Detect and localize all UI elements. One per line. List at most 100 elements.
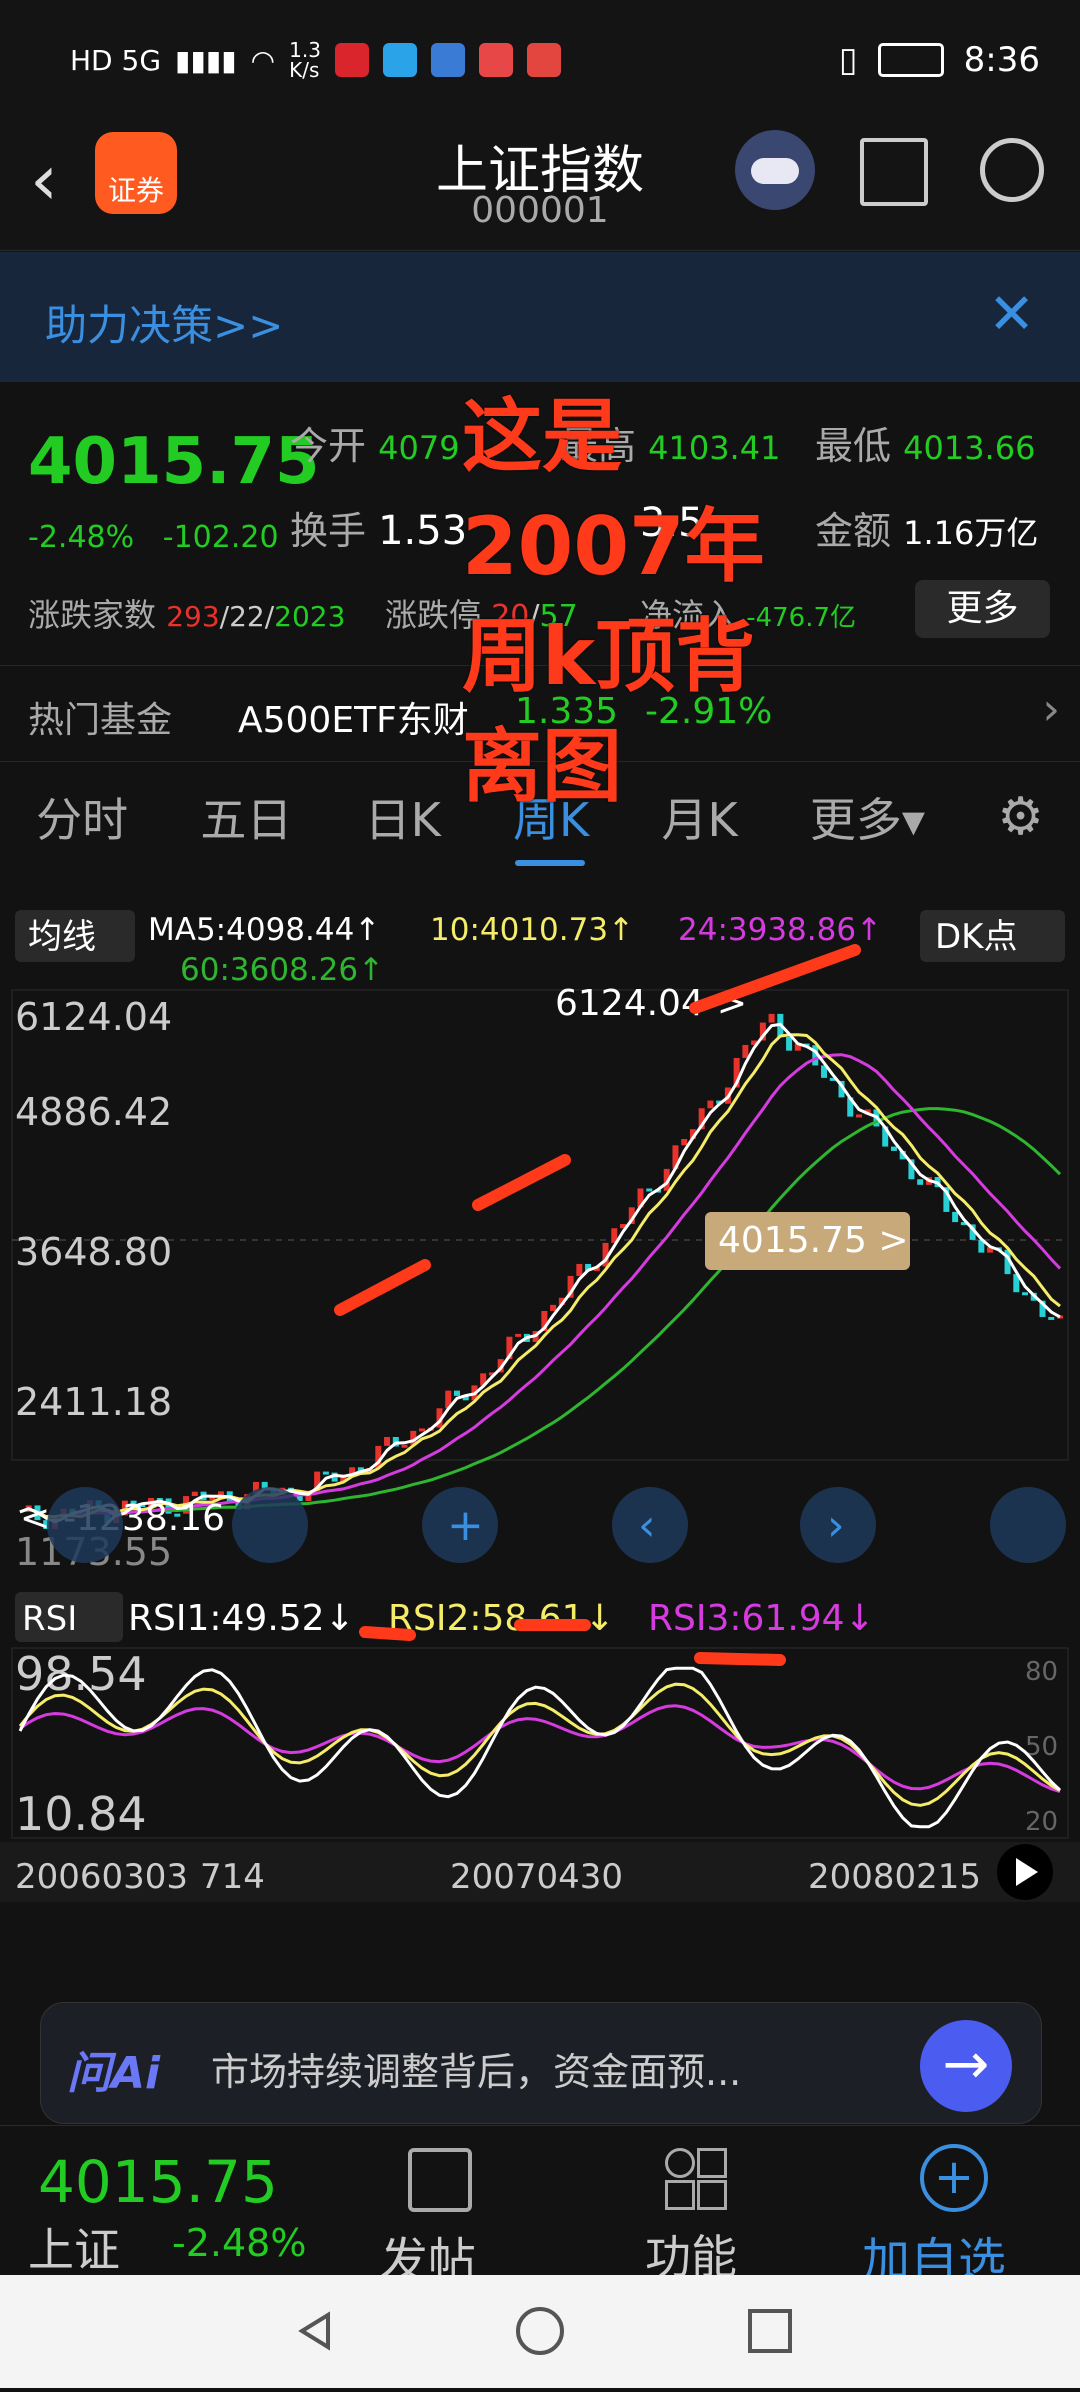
tab-intraday[interactable]: 分时: [36, 784, 128, 850]
bottom-name: 上证: [28, 2223, 120, 2277]
search-icon[interactable]: [980, 138, 1044, 202]
app-notif-icon: [478, 43, 513, 77]
active-tab-indicator: [515, 860, 585, 866]
ai-search-bar[interactable]: 问Ai 市场持续调整背后，资金面预...: [40, 2002, 1042, 2124]
nav-home-icon[interactable]: [516, 2307, 564, 2355]
open-label: 今开: [290, 424, 367, 468]
signal-icon: ▮▮▮▮: [175, 43, 237, 77]
breadth-label: 涨跌家数: [28, 596, 157, 634]
annotation-stroke: [694, 1652, 786, 1666]
dk-point-label[interactable]: DK点: [935, 917, 1017, 957]
rsi-level: 20: [1025, 1807, 1058, 1837]
wifi-icon: ◠: [250, 43, 276, 77]
rsi-selector[interactable]: RSI: [22, 1599, 77, 1639]
share-icon[interactable]: [860, 138, 928, 206]
x-label: 20060303: [15, 1857, 188, 1897]
arrow-right-icon[interactable]: →: [920, 2020, 1012, 2112]
turnover-value: 1.53: [378, 508, 468, 554]
tab-5day[interactable]: 五日: [200, 784, 292, 850]
fund-label: 热门基金: [28, 700, 173, 741]
status-left: HD 5G ▮▮▮▮ ◠ 1.3 K/s: [70, 40, 561, 80]
system-nav-bar: [0, 2275, 1080, 2388]
candle: [768, 1013, 775, 1023]
grid-icon[interactable]: [665, 2148, 727, 2210]
overlay-line: 这是: [462, 390, 622, 483]
rsi3-line: [19, 1704, 1061, 1794]
ai-prompt-text[interactable]: 市场持续调整背后，资金面预...: [211, 2041, 741, 2096]
nav-back-icon[interactable]: [298, 2311, 330, 2351]
candle: [855, 1114, 862, 1118]
candle: [384, 1436, 391, 1446]
candle: [1048, 1316, 1055, 1320]
fund-name[interactable]: A500ETF东财: [238, 691, 469, 743]
breadth-up: 293: [166, 600, 220, 633]
close-icon[interactable]: ✕: [988, 282, 1035, 347]
more-button[interactable]: 更多: [915, 580, 1050, 638]
candle: [917, 1179, 924, 1185]
y-axis-labels: 6124.04 4886.42 3648.80 2411.18 1173.55: [15, 995, 172, 1574]
fullscreen-icon[interactable]: [990, 1487, 1066, 1563]
candle: [550, 1304, 557, 1311]
rsi-panel-frame: [11, 1647, 1069, 1839]
x-label: 20080215: [808, 1857, 981, 1897]
rsi-top: 98.54: [15, 1647, 147, 1701]
nav-recent-icon[interactable]: [748, 2309, 792, 2353]
overlay-line: 离图: [462, 720, 622, 813]
candle: [322, 1471, 329, 1475]
amount-label: 金额: [815, 509, 892, 553]
y-tick: 3648.80: [15, 1230, 172, 1274]
kline-chart-area[interactable]: 均线 MA5:4098.44↑ 10:4010.73↑ 24:3938.86↑ …: [0, 880, 1080, 1970]
candle: [786, 1036, 793, 1051]
candle: [707, 1100, 714, 1109]
rsi2-label: RSI2:58.61↓: [388, 1598, 615, 1639]
annotation-stroke: [359, 1626, 416, 1641]
settings-gear-icon[interactable]: ⚙: [997, 787, 1044, 847]
edit-icon[interactable]: [408, 2148, 472, 2212]
tab-more[interactable]: 更多▾: [810, 784, 925, 850]
vibrate-icon: ▯: [838, 40, 858, 80]
candle: [191, 1491, 198, 1497]
candle: [742, 1044, 749, 1058]
current-price: 4015.75: [28, 425, 320, 499]
app-header: ‹ 证券 上证指数 000001: [0, 120, 1080, 251]
ai-brand: 问Ai: [67, 2048, 161, 2099]
banner-text[interactable]: 助力决策>>: [45, 292, 283, 353]
tab-monthly[interactable]: 月K: [661, 784, 737, 850]
candle: [646, 1188, 653, 1192]
app-notif-icon: [526, 43, 561, 77]
tab-daily[interactable]: 日K: [365, 784, 441, 850]
x-label: 714: [200, 1857, 265, 1897]
status-right: ▯ 8:36: [839, 40, 1040, 80]
add-circle-icon[interactable]: +: [920, 2144, 988, 2212]
low-item: 最低 4013.66: [815, 415, 1035, 470]
ma60-label: 60:3608.26↑: [180, 952, 384, 988]
kline-svg[interactable]: 均线 MA5:4098.44↑ 10:4010.73↑ 24:3938.86↑ …: [0, 880, 1080, 1970]
overlay-line: 周k顶背: [462, 610, 756, 703]
open-item: 今开 4079: [290, 415, 460, 470]
ma-selector[interactable]: 均线: [28, 917, 96, 957]
y-tick: 4886.42: [15, 1090, 172, 1134]
rewind-icon[interactable]: [47, 1487, 123, 1563]
annotation-stroke: [334, 1259, 431, 1316]
turnover-label: 换手: [290, 509, 367, 553]
low-label: 最低: [815, 424, 892, 468]
decision-banner[interactable]: 助力决策>> ✕: [0, 252, 1080, 382]
candle: [576, 1263, 583, 1276]
breadth-down: 2023: [274, 600, 346, 633]
rsi-level: 80: [1025, 1657, 1058, 1687]
robot-assistant-icon[interactable]: [735, 130, 815, 210]
rsi1-label: RSI1:49.52↓: [128, 1598, 355, 1639]
user-annotation-strokes: [334, 944, 861, 1666]
candle: [681, 1139, 688, 1146]
clock: 8:36: [963, 40, 1040, 80]
ma24-label: 24:3938.86↑: [678, 912, 882, 948]
change-pct: -2.48%: [28, 520, 135, 555]
zoom-out-icon[interactable]: [232, 1487, 308, 1563]
amount-value: 1.16万亿: [903, 514, 1039, 552]
breadth-flat: /22/: [219, 600, 275, 633]
candlestick-series: [25, 1013, 1063, 1530]
net-speed: 1.3 K/s: [289, 38, 321, 82]
ma10-line: [19, 1033, 1061, 1519]
candle: [952, 1211, 959, 1223]
chevron-right-icon[interactable]: ›: [1042, 684, 1060, 735]
